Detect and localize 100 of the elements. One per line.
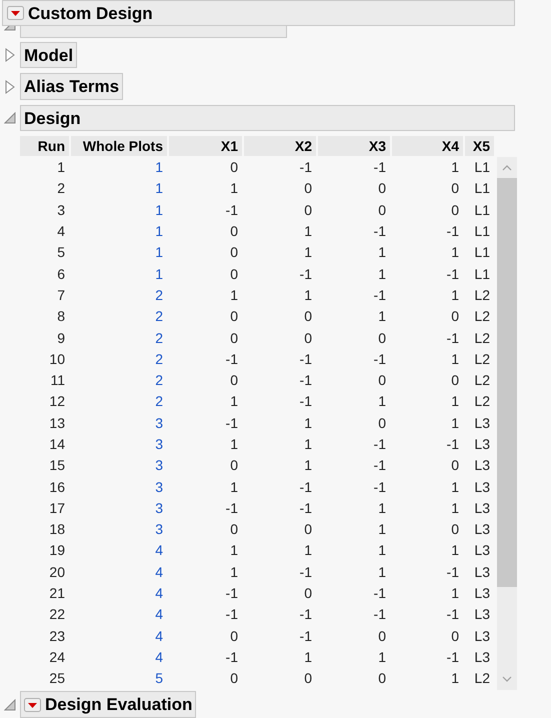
table-cell-text: 0 xyxy=(450,371,460,390)
table-cell-text: 1 xyxy=(450,243,460,262)
table-cell-text: -1 xyxy=(298,498,313,518)
table-cell-text: 23 xyxy=(48,626,66,646)
table-cell-text: 1 xyxy=(229,392,239,412)
table-cell-text: 7 xyxy=(56,286,66,305)
table-cell-text: -1 xyxy=(372,222,387,242)
table-cell-text: 0 xyxy=(303,179,313,198)
table-cell-text: 0 xyxy=(229,456,239,476)
table-cell-text: 16 xyxy=(48,478,66,497)
table-cell-text: -1 xyxy=(298,605,313,624)
table-cell-text: 1 xyxy=(450,392,460,412)
table-cell-text: -1 xyxy=(298,392,313,412)
table-cell-text: 0 xyxy=(229,520,239,540)
section-title: Model xyxy=(24,46,74,64)
table-cell-text: 1 xyxy=(377,541,387,560)
table-cell-text: 9 xyxy=(56,328,66,348)
table-cell-text: L2 xyxy=(473,307,491,326)
table-cell-text: 3 xyxy=(154,435,164,454)
column-header: X2 xyxy=(244,136,316,156)
table-cell-text: 1 xyxy=(303,435,313,454)
table-cell-text: -1 xyxy=(372,350,387,369)
table-cell-text: 0 xyxy=(229,158,239,178)
table-cell-text: 2 xyxy=(154,350,164,369)
table-cell-text: 0 xyxy=(377,371,387,390)
table-cell-text: L3 xyxy=(473,414,491,433)
table-cell-text: 1 xyxy=(229,541,239,560)
table-cell-text: -1 xyxy=(372,584,387,604)
table-cell-text: 3 xyxy=(154,520,164,540)
table-cell-text: -1 xyxy=(372,478,387,497)
table-cell-text: L3 xyxy=(473,605,491,624)
table-cell-text: L2 xyxy=(473,371,491,390)
column-header: Whole Plots xyxy=(71,136,167,156)
table-cell-text: L3 xyxy=(473,562,491,582)
table-cell-text: L3 xyxy=(473,435,491,454)
table-cell-text: 1 xyxy=(450,498,460,518)
table-cell-text: 1 xyxy=(303,222,313,242)
table-cell-text: 1 xyxy=(377,562,387,582)
table-cell-text: 19 xyxy=(48,541,66,560)
table-cell-text: 1 xyxy=(377,264,387,284)
table-cell-text: 2 xyxy=(154,328,164,348)
table-cell-text: 0 xyxy=(377,179,387,198)
column-header: X5 xyxy=(465,136,494,156)
table-cell-text: 17 xyxy=(48,498,66,518)
table-cell-text: L1 xyxy=(473,158,491,178)
table-cell-text: 18 xyxy=(48,520,66,540)
table-cell-text: 0 xyxy=(303,328,313,348)
table-cell-text: 1 xyxy=(450,414,460,433)
table-cell-text: 0 xyxy=(303,307,313,326)
column-header: X4 xyxy=(392,136,463,156)
table-cell-text: -1 xyxy=(298,626,313,646)
table-cell-text: -1 xyxy=(372,286,387,305)
table-cell-text: -1 xyxy=(298,478,313,497)
table-cell-text: -1 xyxy=(224,498,239,518)
table-cell-text: 1 xyxy=(377,243,387,262)
table-cell-text: 0 xyxy=(303,584,313,604)
table-cell-text: 5 xyxy=(56,243,66,262)
table-cell-text: L2 xyxy=(473,286,491,305)
table-cell-text: 1 xyxy=(450,584,460,604)
table-cell-text: 0 xyxy=(377,414,387,433)
table-cell-text: -1 xyxy=(446,562,460,582)
table-cell-text: L3 xyxy=(473,498,491,518)
table-cell-text: 1 xyxy=(229,478,239,497)
table-cell-text: L1 xyxy=(473,243,491,262)
table-cell-text: L1 xyxy=(473,200,491,220)
table-cell-text: 1 xyxy=(154,200,164,220)
table-cell-text: 0 xyxy=(229,328,239,348)
table-cell-text: 2 xyxy=(154,371,164,390)
table-cell-text: 21 xyxy=(48,584,66,604)
table-cell-text: 1 xyxy=(154,243,164,262)
table-cell-text: -1 xyxy=(372,605,387,624)
table-cell-text: 1 xyxy=(377,520,387,540)
table-cell-text: 1 xyxy=(450,541,460,560)
table-cell-text: 5 xyxy=(154,669,164,688)
table-cell-text: 0 xyxy=(303,669,313,688)
table-cell-text: -1 xyxy=(446,222,460,242)
table-cell-text: 3 xyxy=(154,456,164,476)
table-cell-text: 10 xyxy=(48,350,66,369)
table-cell-text: L3 xyxy=(473,626,491,646)
table-cell-text: 4 xyxy=(154,562,164,582)
table-cell-text: L3 xyxy=(473,541,491,560)
table-cell-text: -1 xyxy=(372,158,387,178)
table-cell-text: 0 xyxy=(377,626,387,646)
table-cell-text: L2 xyxy=(473,350,491,369)
table-cell-text: -1 xyxy=(446,648,460,667)
table-cell-text: 1 xyxy=(154,179,164,198)
table-cell-text: -1 xyxy=(224,414,239,433)
table-cell-text: 1 xyxy=(450,158,460,178)
table-cell-text: L2 xyxy=(473,328,491,348)
table-cell-text: 14 xyxy=(48,435,66,454)
table-cell-text: 2 xyxy=(154,392,164,412)
table-cell-text: -1 xyxy=(224,648,239,667)
section-title: Design xyxy=(24,110,81,126)
table-cell-text: 0 xyxy=(450,179,460,198)
table-cell-text: 4 xyxy=(154,584,164,604)
table-cell-text: 0 xyxy=(377,328,387,348)
table-cell-text: -1 xyxy=(298,350,313,369)
table-cell-text: 6 xyxy=(56,264,66,284)
table-cell-text: 1 xyxy=(450,478,460,497)
section-title: Alias Terms xyxy=(24,78,120,95)
